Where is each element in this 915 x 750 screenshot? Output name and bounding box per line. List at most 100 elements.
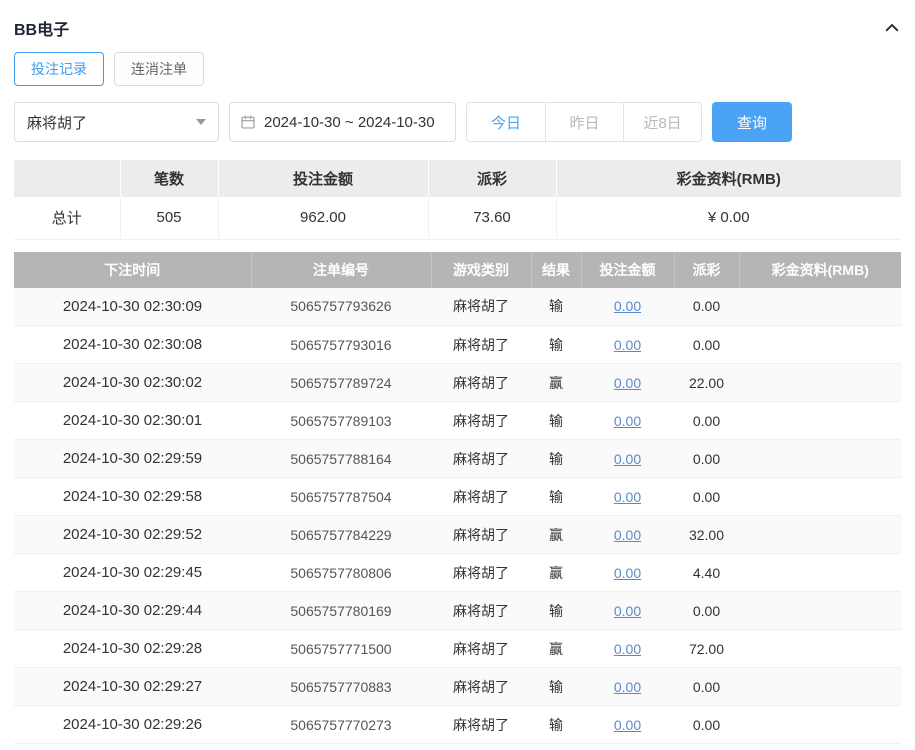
bet-amount-link[interactable]: 0.00: [614, 489, 641, 505]
cell-bet-amount: 0.00: [581, 287, 674, 326]
table-row: 2024-10-30 02:29:27 5065757770883 麻将胡了输 0.0…: [14, 667, 901, 706]
cell-bet-time: 2024-10-30 02:29:52: [14, 515, 251, 554]
summary-header-row: 笔数 投注金额 派彩 彩金资料(RMB): [14, 160, 901, 197]
column-header: 注单编号: [251, 251, 432, 288]
quick-date-group: 今日 昨日 近8日: [466, 102, 702, 142]
quick-btn-yesterday[interactable]: 昨日: [545, 103, 623, 141]
cell-game-type: 麻将胡了: [431, 363, 531, 402]
cell-result: 输: [531, 401, 581, 440]
table-row: 2024-10-30 02:29:59 5065757788164 麻将胡了输 0.0…: [14, 439, 901, 478]
cell-result: 赢: [531, 515, 581, 554]
cell-bonus: [739, 325, 901, 364]
cell-bet-time: 2024-10-30 02:30:08: [14, 325, 251, 364]
cell-result: 输: [531, 705, 581, 744]
cell-payout: 0.00: [674, 401, 739, 440]
cell-game-type: 麻将胡了: [431, 439, 531, 478]
bet-amount-link[interactable]: 0.00: [614, 527, 641, 543]
cell-order-id: 5065757793626: [251, 287, 431, 326]
cell-order-id: 5065757793016: [251, 325, 431, 364]
cell-bet-amount: 0.00: [581, 439, 674, 478]
cell-bonus: [739, 439, 901, 478]
column-header: 下注时间: [14, 251, 252, 288]
table-row: 2024-10-30 02:30:09 5065757793626 麻将胡了输 0.0…: [14, 287, 901, 326]
cell-bonus: [739, 591, 901, 630]
cell-bet-time: 2024-10-30 02:29:28: [14, 629, 251, 668]
cell-payout: 0.00: [674, 477, 739, 516]
summary-column-header: 笔数: [120, 160, 219, 197]
cell-order-id: 5065757771500: [251, 629, 431, 668]
cell-bet-time: 2024-10-30 02:30:09: [14, 287, 251, 326]
cell-bonus: [739, 629, 901, 668]
column-header: 结果: [531, 251, 582, 288]
cell-result: 输: [531, 439, 581, 478]
bet-amount-link[interactable]: 0.00: [614, 565, 641, 581]
summary-table: 笔数 投注金额 派彩 彩金资料(RMB) 总计 505 962.00 73.60 ¥ …: [14, 160, 901, 240]
bet-amount-link[interactable]: 0.00: [614, 375, 641, 391]
cell-payout: 0.00: [674, 325, 739, 364]
quick-btn-today[interactable]: 今日: [467, 103, 545, 141]
cell-bonus: [739, 667, 901, 706]
cell-payout: 0.00: [674, 591, 739, 630]
cell-bet-amount: 0.00: [581, 591, 674, 630]
cell-game-type: 麻将胡了: [431, 401, 531, 440]
bet-table-header-row: 下注时间 注单编号 游戏类别 结果 投注金额 派彩 彩金资料(RMB): [14, 251, 901, 288]
bet-amount-link[interactable]: 0.00: [614, 298, 641, 314]
summary-bet-amount-value: 962.00: [218, 197, 429, 240]
cell-payout: 72.00: [674, 629, 739, 668]
bb-electronic-panel: BB电子 投注记录 连消注单 麻将胡了 2024-10-30 ~ 2024-10…: [0, 0, 915, 744]
cell-bet-time: 2024-10-30 02:29:59: [14, 439, 251, 478]
cell-game-type: 麻将胡了: [431, 629, 531, 668]
cell-bonus: [739, 401, 901, 440]
cell-bonus: [739, 515, 901, 554]
cell-game-type: 麻将胡了: [431, 287, 531, 326]
cell-bet-amount: 0.00: [581, 553, 674, 592]
cell-result: 赢: [531, 629, 581, 668]
column-header: 派彩: [674, 251, 740, 288]
table-row: 2024-10-30 02:29:44 5065757780169 麻将胡了输 0.0…: [14, 591, 901, 630]
bet-amount-link[interactable]: 0.00: [614, 603, 641, 619]
cell-payout: 4.40: [674, 553, 739, 592]
cell-order-id: 5065757770883: [251, 667, 431, 706]
cell-bonus: [739, 363, 901, 402]
summary-payout-value: 73.60: [428, 197, 557, 240]
bet-table-body: 2024-10-30 02:30:09 5065757793626 麻将胡了输 0.0…: [14, 287, 901, 744]
table-row: 2024-10-30 02:29:26 5065757770273 麻将胡了输 0.0…: [14, 705, 901, 744]
bet-records-table: 下注时间 注单编号 游戏类别 结果 投注金额 派彩 彩金资料(RMB) 2024-10-30…: [14, 251, 901, 744]
cell-game-type: 麻将胡了: [431, 515, 531, 554]
table-row: 2024-10-30 02:29:45 5065757780806 麻将胡了赢 0.0…: [14, 553, 901, 592]
column-header: 彩金资料(RMB): [739, 251, 901, 288]
cell-game-type: 麻将胡了: [431, 667, 531, 706]
cell-result: 输: [531, 591, 581, 630]
cell-game-type: 麻将胡了: [431, 705, 531, 744]
collapse-chevron-up-icon[interactable]: [883, 19, 901, 37]
quick-btn-last8days[interactable]: 近8日: [623, 103, 701, 141]
bet-amount-link[interactable]: 0.00: [614, 413, 641, 429]
game-type-select[interactable]: 麻将胡了: [14, 102, 219, 142]
table-row: 2024-10-30 02:29:28 5065757771500 麻将胡了赢 0.0…: [14, 629, 901, 668]
cell-bet-time: 2024-10-30 02:30:01: [14, 401, 251, 440]
search-button[interactable]: 查询: [712, 102, 792, 142]
bet-amount-link[interactable]: 0.00: [614, 717, 641, 733]
cell-payout: 0.00: [674, 287, 739, 326]
table-row: 2024-10-30 02:30:02 5065757789724 麻将胡了赢 0.0…: [14, 363, 901, 402]
tab-bet-records[interactable]: 投注记录: [14, 52, 104, 86]
bet-amount-link[interactable]: 0.00: [614, 679, 641, 695]
cell-bet-amount: 0.00: [581, 401, 674, 440]
date-range-picker[interactable]: 2024-10-30 ~ 2024-10-30: [229, 102, 456, 142]
summary-column-header: 投注金额: [218, 160, 429, 197]
bet-amount-link[interactable]: 0.00: [614, 337, 641, 353]
summary-total-label: 总计: [14, 197, 121, 240]
bet-amount-link[interactable]: 0.00: [614, 641, 641, 657]
cell-bet-time: 2024-10-30 02:29:44: [14, 591, 251, 630]
chevron-down-icon: [196, 119, 206, 125]
column-header: 游戏类别: [431, 251, 532, 288]
cell-game-type: 麻将胡了: [431, 325, 531, 364]
cell-payout: 22.00: [674, 363, 739, 402]
cell-payout: 0.00: [674, 705, 739, 744]
cell-order-id: 5065757780169: [251, 591, 431, 630]
bet-amount-link[interactable]: 0.00: [614, 451, 641, 467]
summary-bonus-value: ¥ 0.00: [556, 197, 901, 240]
table-row: 2024-10-30 02:29:58 5065757787504 麻将胡了输 0.0…: [14, 477, 901, 516]
tab-combo-orders[interactable]: 连消注单: [114, 52, 204, 86]
summary-total-row: 总计 505 962.00 73.60 ¥ 0.00: [14, 197, 901, 240]
